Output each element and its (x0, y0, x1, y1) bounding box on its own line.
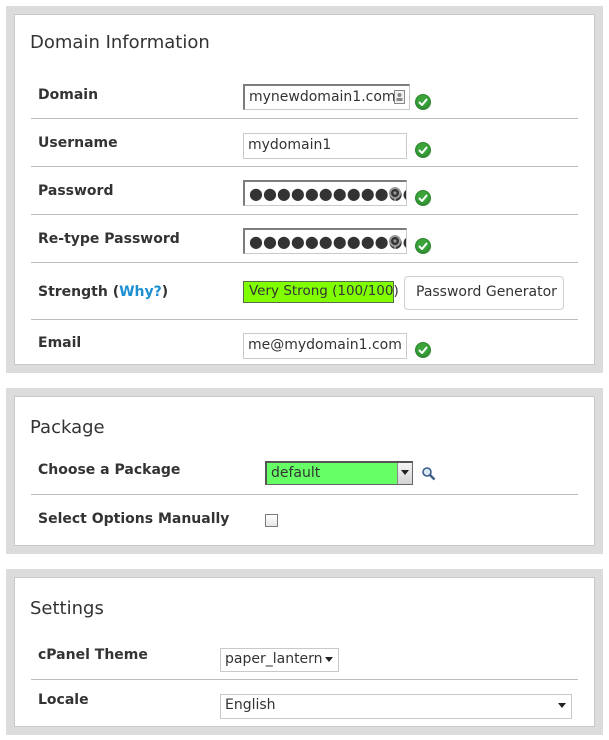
chevron-down-icon (401, 470, 409, 475)
cpanel-theme-row: cPanel Theme paper_lantern (31, 633, 578, 680)
username-row: Username mydomain1 (31, 118, 578, 167)
retype-password-input[interactable]: ●●●●●●●●●●●● (243, 228, 407, 254)
email-label: Email (38, 335, 82, 351)
key-icon[interactable] (388, 234, 402, 253)
select-options-label: Select Options Manually (38, 511, 230, 527)
cpanel-theme-select[interactable]: paper_lantern (220, 648, 339, 672)
username-value: mydomain1 (248, 137, 332, 153)
locale-row: Locale English (31, 679, 578, 725)
domain-valid-icon (415, 94, 431, 110)
domain-input[interactable]: mynewdomain1.com (243, 84, 410, 110)
package-select[interactable]: default (265, 461, 413, 485)
email-valid-icon (415, 342, 431, 358)
domain-information-title: Domain Information (30, 32, 210, 53)
username-label: Username (38, 135, 118, 151)
email-value: me@mydomain1.com (248, 337, 402, 353)
package-title: Package (30, 417, 105, 438)
password-generator-button[interactable]: Password Generator (404, 276, 564, 310)
domain-information-panel: Domain Information Domain mynewdomain1.c… (6, 6, 603, 373)
password-valid-icon (415, 190, 431, 206)
select-options-row: Select Options Manually (31, 494, 578, 542)
retype-password-value: ●●●●●●●●●●●● (249, 232, 407, 251)
locale-select[interactable]: English (220, 694, 572, 719)
chevron-down-icon (558, 703, 566, 708)
retype-password-valid-icon (415, 238, 431, 254)
strength-label-text: Strength ( (38, 284, 120, 300)
strength-meter: Very Strong (100/100) (243, 281, 399, 303)
cpanel-theme-label: cPanel Theme (38, 647, 148, 663)
settings-title: Settings (30, 598, 104, 619)
strength-why-link[interactable]: Why? (119, 284, 162, 300)
strength-label: Strength (Why?) (38, 284, 168, 300)
select-options-checkbox[interactable] (265, 514, 278, 527)
domain-label: Domain (38, 87, 99, 103)
choose-package-row: Choose a Package default (31, 451, 578, 495)
settings-panel: Settings cPanel Theme paper_lantern Loca… (6, 569, 603, 735)
cpanel-theme-value: paper_lantern (225, 651, 323, 667)
chevron-down-icon (325, 657, 333, 662)
settings-box: Settings cPanel Theme paper_lantern Loca… (14, 577, 595, 727)
email-row: Email me@mydomain1.com (31, 319, 578, 367)
key-icon[interactable] (388, 186, 402, 205)
magnifier-icon[interactable] (421, 466, 436, 485)
package-panel: Package Choose a Package default Select … (6, 388, 603, 554)
password-label: Password (38, 183, 114, 199)
package-select-value: default (271, 465, 321, 481)
strength-label-close: ) (161, 284, 169, 300)
contact-card-icon[interactable] (394, 90, 405, 108)
domain-row: Domain mynewdomain1.com (31, 70, 578, 119)
locale-label: Locale (38, 692, 89, 708)
domain-value: mynewdomain1.com (249, 89, 396, 105)
strength-row: Strength (Why?) Very Strong (100/100) Pa… (31, 262, 578, 320)
choose-package-label: Choose a Package (38, 462, 181, 478)
password-input[interactable]: ●●●●●●●●●●●● (243, 180, 407, 206)
username-valid-icon (415, 142, 431, 158)
retype-password-row: Re-type Password ●●●●●●●●●●●● (31, 214, 578, 263)
username-input[interactable]: mydomain1 (243, 133, 407, 159)
package-box: Package Choose a Package default Select … (14, 396, 595, 546)
locale-value: English (225, 697, 276, 713)
domain-information-box: Domain Information Domain mynewdomain1.c… (14, 14, 595, 365)
password-row: Password ●●●●●●●●●●●● (31, 166, 578, 215)
retype-password-label: Re-type Password (38, 231, 180, 247)
email-input[interactable]: me@mydomain1.com (243, 333, 407, 359)
package-dropdown-button[interactable] (397, 463, 412, 484)
password-value: ●●●●●●●●●●●● (249, 184, 407, 203)
